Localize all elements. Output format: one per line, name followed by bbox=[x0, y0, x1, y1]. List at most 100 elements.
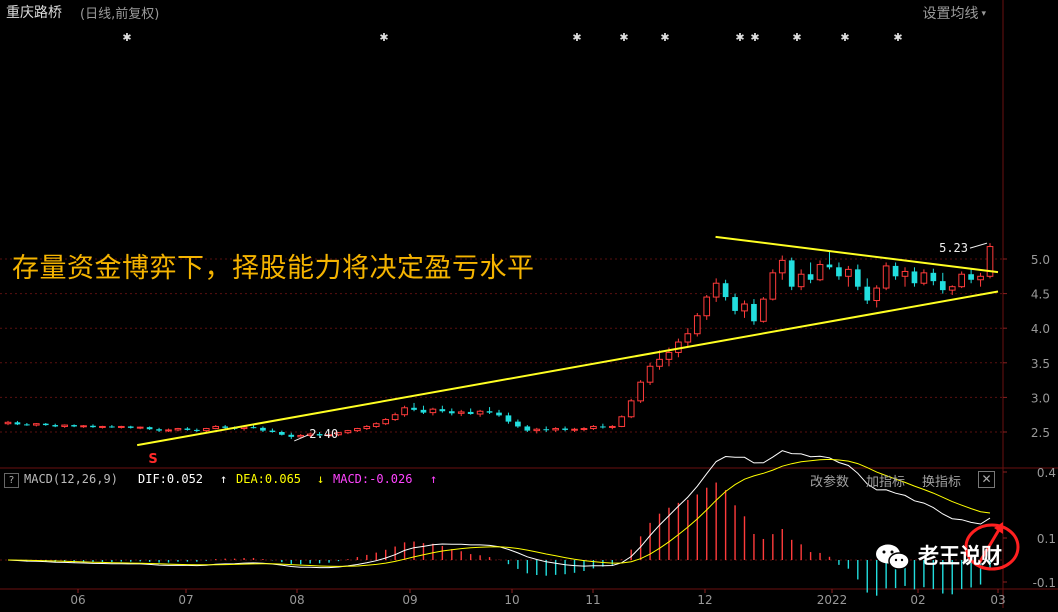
macd-indicator-name: MACD(12,26,9) bbox=[24, 472, 118, 486]
candle bbox=[448, 408, 455, 416]
candle-body bbox=[618, 416, 626, 427]
x-tick-label: 12 bbox=[697, 593, 712, 607]
candle-body bbox=[552, 428, 559, 431]
candle bbox=[391, 412, 399, 421]
candle bbox=[930, 268, 937, 286]
candle bbox=[986, 243, 994, 279]
candle bbox=[165, 428, 172, 432]
candle-body bbox=[439, 409, 446, 412]
candle bbox=[722, 279, 729, 301]
signal-icon: ✱ bbox=[122, 31, 131, 44]
price-tick-label: 4.0 bbox=[1031, 322, 1050, 336]
candle-body bbox=[505, 415, 512, 422]
x-tick-label: 08 bbox=[289, 593, 304, 607]
signal-icon: ✱ bbox=[750, 31, 759, 44]
candle-body bbox=[958, 273, 966, 288]
candle-body bbox=[562, 428, 568, 430]
candle-body bbox=[693, 315, 701, 335]
candle bbox=[71, 424, 77, 428]
candle bbox=[288, 432, 295, 439]
candle bbox=[156, 427, 162, 432]
price-tick-label: 3.0 bbox=[1031, 391, 1050, 405]
add-indicator-button[interactable]: 加指标 bbox=[866, 471, 905, 490]
candle-body bbox=[194, 429, 200, 431]
candle bbox=[826, 250, 833, 270]
help-button[interactable]: ? bbox=[4, 473, 19, 488]
candle-body bbox=[769, 272, 777, 300]
candle-body bbox=[524, 426, 531, 431]
dea-arrow-icon: ↓ bbox=[317, 472, 325, 486]
candle bbox=[411, 402, 417, 412]
chart-mode: (日线,前复权) bbox=[80, 7, 160, 22]
switch-indicator-button[interactable]: 换指标 bbox=[922, 471, 961, 490]
candle bbox=[797, 269, 805, 291]
candle bbox=[382, 418, 390, 426]
candle bbox=[515, 419, 521, 428]
candle-body bbox=[297, 434, 305, 438]
candle-body bbox=[571, 428, 578, 431]
candle bbox=[52, 423, 59, 428]
candle-body bbox=[476, 410, 484, 415]
candle bbox=[693, 312, 701, 337]
candle bbox=[920, 269, 928, 286]
candle-body bbox=[892, 265, 899, 277]
candle bbox=[4, 420, 12, 426]
candle-body bbox=[977, 275, 984, 281]
candle-body bbox=[278, 432, 285, 435]
change-params-button[interactable]: 改参数 bbox=[810, 471, 849, 490]
candle bbox=[457, 409, 465, 417]
candle-body bbox=[24, 424, 30, 426]
candle bbox=[476, 409, 484, 417]
candle bbox=[184, 427, 191, 431]
close-icon[interactable]: ✕ bbox=[978, 471, 995, 488]
candle-body bbox=[807, 274, 814, 280]
x-tick-label: 03 bbox=[990, 593, 1005, 607]
candle bbox=[174, 427, 182, 432]
candle-body bbox=[184, 428, 191, 430]
candle bbox=[741, 300, 748, 318]
candle-body bbox=[71, 425, 77, 427]
candle-body bbox=[250, 427, 257, 429]
candlestick-chart[interactable]: ✱ ✱ ✱ ✱ ✱ ✱ ✱ ✱ ✱ ✱ 5.23 2.40 S 5.0 4.5 4.0 3.5 3.0 2.5 0… bbox=[0, 0, 1058, 608]
candle bbox=[552, 427, 559, 432]
candle-body bbox=[533, 428, 541, 432]
candle-body bbox=[202, 428, 210, 432]
annotation-text: 存量资金博弈下，择股能力将决定盈亏水平 bbox=[12, 253, 535, 284]
candle-body bbox=[712, 282, 720, 298]
candle bbox=[420, 405, 427, 415]
candle bbox=[627, 398, 635, 419]
candle bbox=[873, 285, 881, 308]
candle-body bbox=[344, 430, 352, 434]
macd-tick-label: -0.1 bbox=[1033, 576, 1056, 590]
candle-body bbox=[797, 273, 805, 288]
candle-body bbox=[741, 303, 748, 312]
candle bbox=[684, 328, 692, 348]
candle-body bbox=[212, 425, 220, 430]
candle-body bbox=[32, 423, 40, 426]
stock-name: 重庆路桥 bbox=[6, 5, 62, 21]
candle bbox=[194, 428, 200, 432]
signal-icon: ✱ bbox=[619, 31, 628, 44]
candle bbox=[363, 425, 371, 430]
candle bbox=[618, 415, 626, 428]
x-tick-label: 06 bbox=[70, 593, 85, 607]
candle-body bbox=[778, 259, 786, 274]
candle bbox=[760, 297, 767, 323]
candle-body bbox=[411, 407, 417, 410]
candle bbox=[99, 425, 106, 429]
candle-body bbox=[4, 421, 12, 425]
candle-body bbox=[873, 287, 881, 302]
candle-body bbox=[816, 264, 824, 281]
ma-settings-button[interactable]: 设置均线 bbox=[922, 3, 986, 23]
candle bbox=[439, 405, 446, 413]
candle bbox=[958, 271, 966, 289]
x-tick-label: 2022 bbox=[817, 593, 848, 607]
candle-body bbox=[543, 429, 550, 431]
candle bbox=[977, 272, 984, 287]
candle bbox=[571, 427, 578, 432]
x-tick-label: 07 bbox=[178, 593, 193, 607]
candle bbox=[344, 429, 352, 435]
candle-body bbox=[260, 427, 266, 431]
trendline-support bbox=[136, 290, 999, 447]
candle bbox=[836, 262, 842, 280]
